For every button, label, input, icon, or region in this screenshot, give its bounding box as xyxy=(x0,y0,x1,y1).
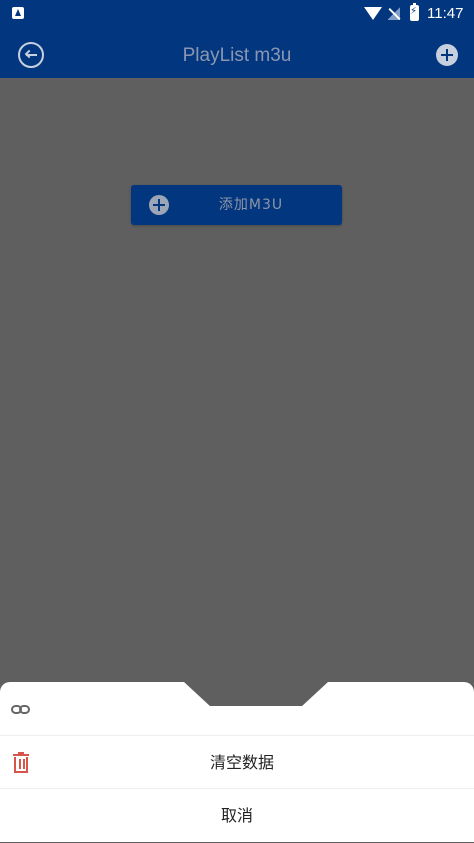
status-bar: 11:47 xyxy=(0,0,474,28)
trash-body xyxy=(14,757,28,773)
add-m3u-button[interactable]: 添加M3U xyxy=(131,185,342,225)
trash-lid xyxy=(13,754,29,756)
add-playlist-button[interactable] xyxy=(436,44,458,66)
app-toolbar: PlayList m3u xyxy=(0,28,474,78)
back-arrow-head xyxy=(24,49,34,59)
app-notification-icon xyxy=(12,7,24,19)
wifi-icon xyxy=(364,7,382,20)
link-ring-right xyxy=(19,705,30,714)
link-option[interactable] xyxy=(0,682,474,735)
clear-data-option[interactable]: 清空数据 xyxy=(0,735,474,789)
status-time: 11:47 xyxy=(427,5,464,22)
clear-data-label: 清空数据 xyxy=(210,753,275,772)
battery-charging-icon xyxy=(410,3,419,21)
signal-off-icon xyxy=(388,7,400,20)
page-title: PlayList m3u xyxy=(182,45,292,66)
cancel-option[interactable]: 取消 xyxy=(0,788,474,843)
plus-circle-icon-vertical xyxy=(446,49,448,61)
cancel-label: 取消 xyxy=(220,806,253,825)
trash-icon xyxy=(12,752,30,774)
plus-circle-icon xyxy=(149,195,169,215)
link-icon xyxy=(11,705,31,714)
add-m3u-label: 添加M3U xyxy=(218,197,284,213)
back-button[interactable] xyxy=(18,42,44,68)
plus-vertical xyxy=(158,199,160,211)
